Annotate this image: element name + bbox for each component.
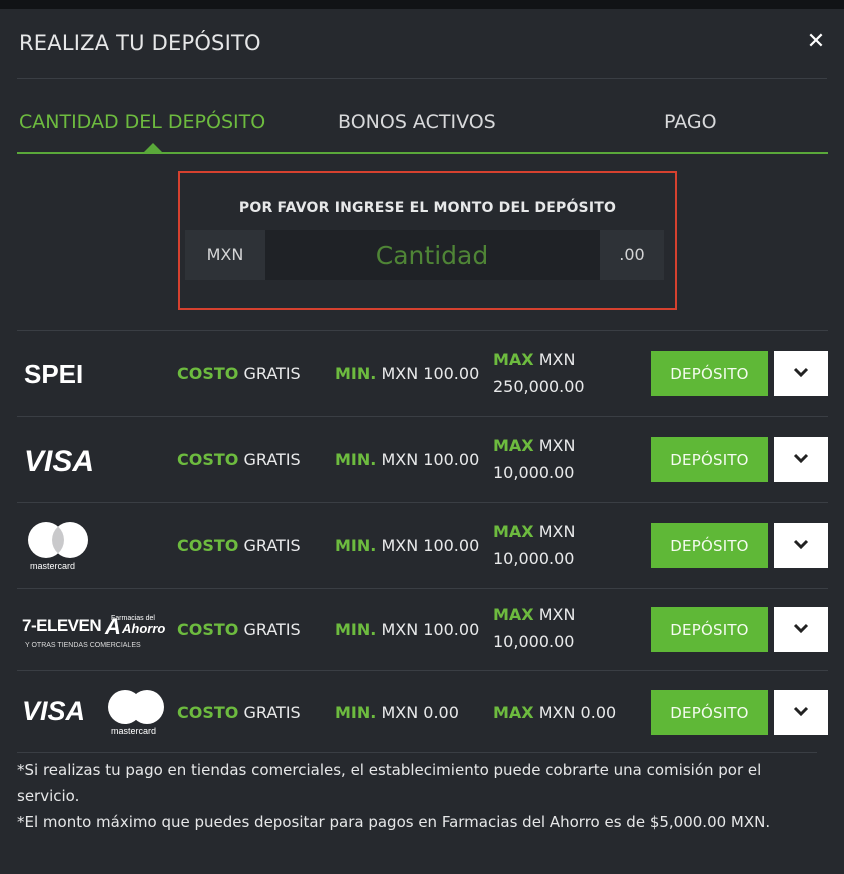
amount-section: POR FAVOR INGRESE EL MONTO DEL DEPÓSITO …: [178, 171, 677, 310]
svg-text:A: A: [104, 614, 121, 639]
deposit-button[interactable]: DEPÓSITO: [651, 523, 768, 568]
amount-input[interactable]: [265, 230, 599, 280]
max-text: MAX MXN 0.00: [493, 703, 617, 722]
svg-text:VISA: VISA: [22, 696, 85, 726]
payment-methods-list: SPEI COSTO GRATIS MIN. MXN 100.00 MAX MX…: [17, 330, 828, 754]
payment-method-row-visa-mastercard: VISA mastercard COSTO GRATIS MIN. MXN 0.…: [17, 670, 828, 754]
max-text: MAX MXN 10,000.00: [493, 522, 576, 568]
background-top-bar: [0, 0, 844, 9]
footnote-commission: *Si realizas tu pago en tiendas comercia…: [17, 761, 762, 805]
min-text: MIN. MXN 100.00: [335, 450, 480, 469]
expand-button[interactable]: [774, 351, 828, 396]
svg-text:mastercard: mastercard: [111, 726, 156, 736]
chevron-down-icon: [793, 453, 809, 464]
tab-pago[interactable]: PAGO: [664, 111, 717, 133]
svg-text:Ahorro: Ahorro: [121, 621, 165, 636]
close-icon[interactable]: ✕: [805, 31, 827, 53]
spei-logo: SPEI: [22, 359, 102, 393]
tabs-underline: [17, 152, 828, 154]
min-text: MIN. MXN 100.00: [335, 364, 480, 383]
min-text: MIN. MXN 0.00: [335, 703, 459, 722]
tab-bonos[interactable]: BONOS ACTIVOS: [338, 111, 496, 133]
tab-cantidad[interactable]: CANTIDAD DEL DEPÓSITO: [19, 111, 265, 133]
payment-method-row-visa: VISA COSTO GRATIS MIN. MXN 100.00 MAX MX…: [17, 416, 828, 502]
modal-title: REALIZA TU DEPÓSITO: [19, 31, 261, 55]
min-text: MIN. MXN 100.00: [335, 536, 480, 555]
max-text: MAX MXN 10,000.00: [493, 436, 576, 482]
deposit-button[interactable]: DEPÓSITO: [651, 351, 768, 396]
cost-text: COSTO GRATIS: [177, 364, 301, 383]
expand-button[interactable]: [774, 690, 828, 735]
expand-button[interactable]: [774, 437, 828, 482]
mastercard-logo: mastercard: [22, 519, 94, 575]
visa-mastercard-logo: VISA mastercard: [21, 687, 175, 743]
visa-logo: VISA: [22, 443, 104, 481]
footnote-max-ahorro: *El monto máximo que puedes depositar pa…: [17, 813, 771, 831]
footnotes: *Si realizas tu pago en tiendas comercia…: [17, 752, 817, 835]
payment-method-row-7eleven: 7-ELEVEN Farmacias del A Ahorro Y OTRAS …: [17, 588, 828, 670]
min-text: MIN. MXN 100.00: [335, 620, 480, 639]
expand-button[interactable]: [774, 607, 828, 652]
max-text: MAX MXN 10,000.00: [493, 605, 576, 651]
max-text: MAX MXN 250,000.00: [493, 350, 585, 396]
amount-input-group: MXN .00: [185, 230, 664, 280]
payment-method-row-mastercard: mastercard COSTO GRATIS MIN. MXN 100.00 …: [17, 502, 828, 588]
seven-eleven-ahorro-logo: 7-ELEVEN Farmacias del A Ahorro Y OTRAS …: [21, 607, 173, 657]
tab-bar: CANTIDAD DEL DEPÓSITO BONOS ACTIVOS PAGO: [17, 108, 828, 154]
deposit-button[interactable]: DEPÓSITO: [651, 690, 768, 735]
cost-text: COSTO GRATIS: [177, 703, 301, 722]
svg-text:SPEI: SPEI: [24, 359, 83, 389]
decimal-suffix: .00: [600, 230, 664, 280]
title-divider: [17, 78, 827, 79]
deposit-button[interactable]: DEPÓSITO: [651, 437, 768, 482]
chevron-down-icon: [793, 706, 809, 717]
chevron-down-icon: [793, 623, 809, 634]
cost-text: COSTO GRATIS: [177, 620, 301, 639]
deposit-button[interactable]: DEPÓSITO: [651, 607, 768, 652]
svg-text:mastercard: mastercard: [30, 561, 75, 571]
cost-text: COSTO GRATIS: [177, 536, 301, 555]
chevron-down-icon: [793, 367, 809, 378]
svg-text:VISA: VISA: [24, 445, 94, 477]
payment-method-row-spei: SPEI COSTO GRATIS MIN. MXN 100.00 MAX MX…: [17, 330, 828, 416]
chevron-down-icon: [793, 539, 809, 550]
expand-button[interactable]: [774, 523, 828, 568]
svg-text:7-ELEVEN: 7-ELEVEN: [22, 616, 101, 635]
currency-prefix: MXN: [185, 230, 265, 280]
amount-label: POR FAVOR INGRESE EL MONTO DEL DEPÓSITO: [238, 200, 617, 216]
active-tab-caret-icon: [144, 143, 162, 152]
cost-text: COSTO GRATIS: [177, 450, 301, 469]
svg-text:Y OTRAS TIENDAS COMERCIALES: Y OTRAS TIENDAS COMERCIALES: [25, 642, 141, 649]
